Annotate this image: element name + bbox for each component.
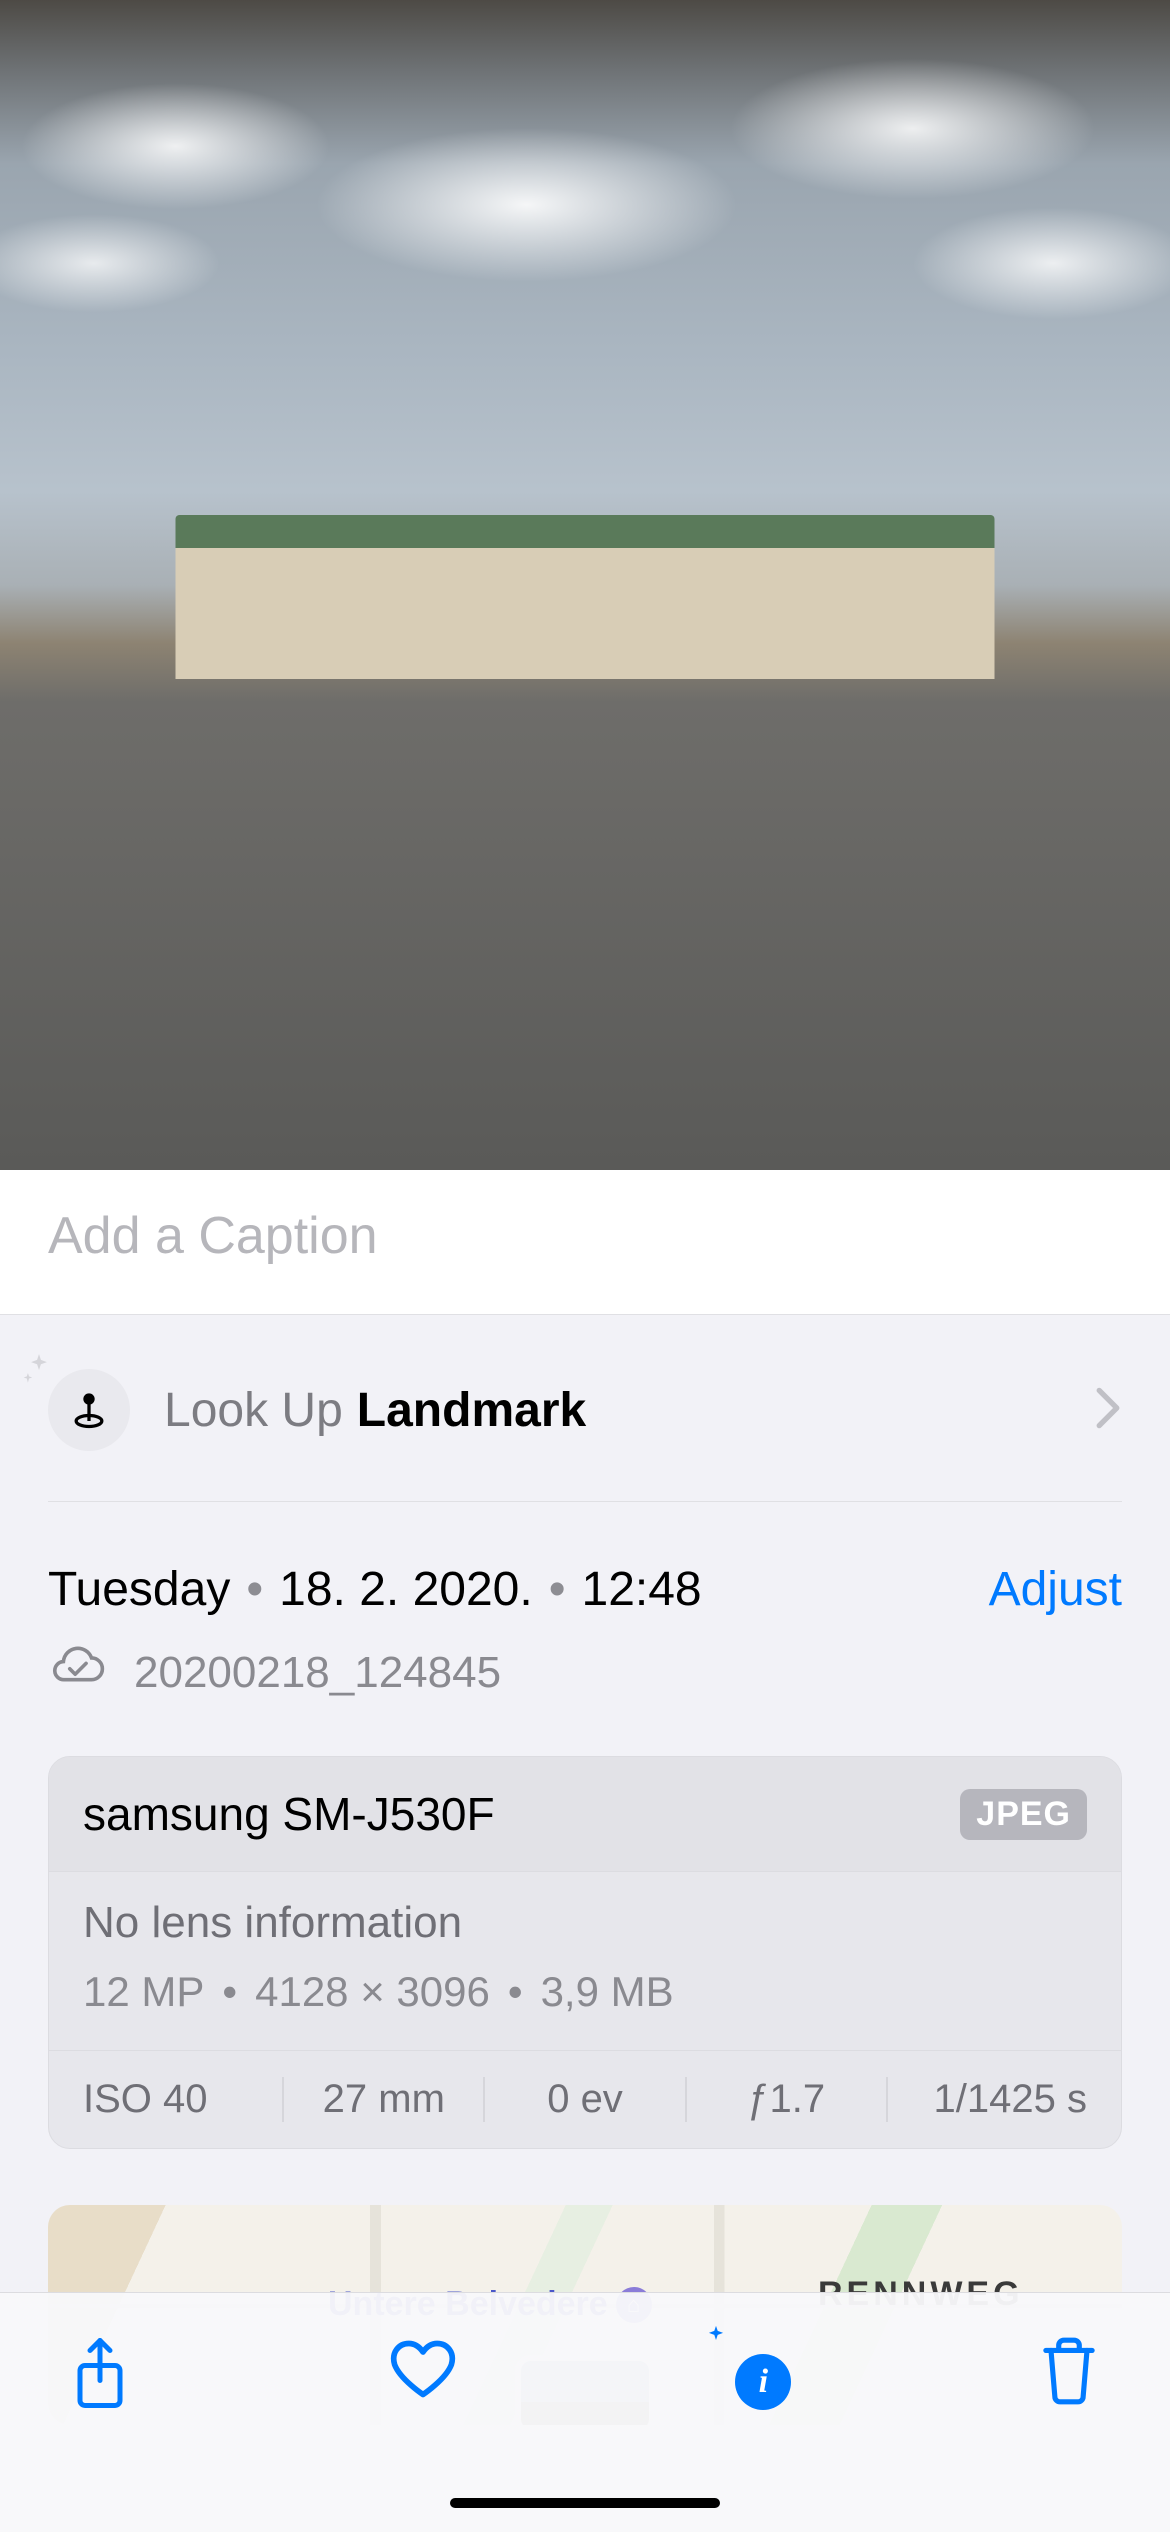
exif-aperture: ƒ1.7: [687, 2077, 888, 2122]
share-button[interactable]: [70, 2335, 130, 2416]
photo-sky: [0, 0, 1170, 585]
dot-separator: •: [222, 1968, 237, 2016]
exif-mid: No lens information 12 MP • 4128 × 3096 …: [49, 1872, 1121, 2051]
photo-datetime: Tuesday • 18. 2. 2020. • 12:48: [48, 1562, 702, 1617]
icloud-synced-icon: [48, 1645, 106, 1700]
landmark-pin-icon: [48, 1369, 130, 1451]
adjust-button[interactable]: Adjust: [989, 1562, 1122, 1617]
lens-info: No lens information: [83, 1898, 1087, 1948]
lookup-subject: Landmark: [357, 1383, 586, 1438]
exif-shutter: 1/1425 s: [888, 2077, 1121, 2122]
format-badge: JPEG: [960, 1789, 1087, 1840]
lookup-text: Look Up Landmark: [164, 1383, 1060, 1438]
exif-iso: ISO 40: [49, 2077, 284, 2122]
time-value: 12:48: [582, 1562, 702, 1617]
favorite-button[interactable]: [389, 2335, 457, 2408]
photo-preview[interactable]: [0, 0, 1170, 1170]
dimensions: 4128 × 3096: [255, 1968, 490, 2016]
exif-ev: 0 ev: [485, 2077, 686, 2122]
lookup-prefix: Look Up: [164, 1383, 343, 1438]
info-badge-icon: i: [735, 2354, 791, 2410]
bottom-toolbar: i: [0, 2292, 1170, 2532]
exif-header: samsung SM-J530F JPEG: [49, 1757, 1121, 1872]
exif-card: samsung SM-J530F JPEG No lens informatio…: [48, 1756, 1122, 2149]
dot-separator: •: [246, 1562, 263, 1617]
dot-separator: •: [508, 1968, 523, 2016]
caption-input[interactable]: [48, 1206, 1122, 1266]
weekday: Tuesday: [48, 1562, 230, 1617]
home-indicator[interactable]: [450, 2498, 720, 2508]
chevron-right-icon: [1094, 1386, 1122, 1435]
date-row: Tuesday • 18. 2. 2020. • 12:48 Adjust: [48, 1502, 1122, 1617]
dot-separator: •: [549, 1562, 566, 1617]
filesize: 3,9 MB: [541, 1968, 674, 2016]
file-row: 20200218_124845: [48, 1645, 1122, 1700]
lookup-row[interactable]: Look Up Landmark: [48, 1315, 1122, 1502]
sparkle-icon: [20, 1351, 58, 1394]
photo-subject: [176, 515, 995, 679]
date-value: 18. 2. 2020.: [279, 1562, 533, 1617]
sparkle-icon: [699, 2323, 733, 2362]
file-name: 20200218_124845: [134, 1648, 501, 1698]
megapixels: 12 MP: [83, 1968, 204, 2016]
caption-row: [0, 1170, 1170, 1314]
exif-focal: 27 mm: [284, 2077, 485, 2122]
lookup-icon-wrap: [48, 1369, 130, 1451]
device-model: samsung SM-J530F: [83, 1787, 495, 1841]
specs-line: 12 MP • 4128 × 3096 • 3,9 MB: [83, 1968, 1087, 2016]
info-button[interactable]: i: [715, 2335, 779, 2404]
delete-button[interactable]: [1038, 2335, 1100, 2412]
exif-grid: ISO 40 27 mm 0 ev ƒ1.7 1/1425 s: [49, 2051, 1121, 2148]
